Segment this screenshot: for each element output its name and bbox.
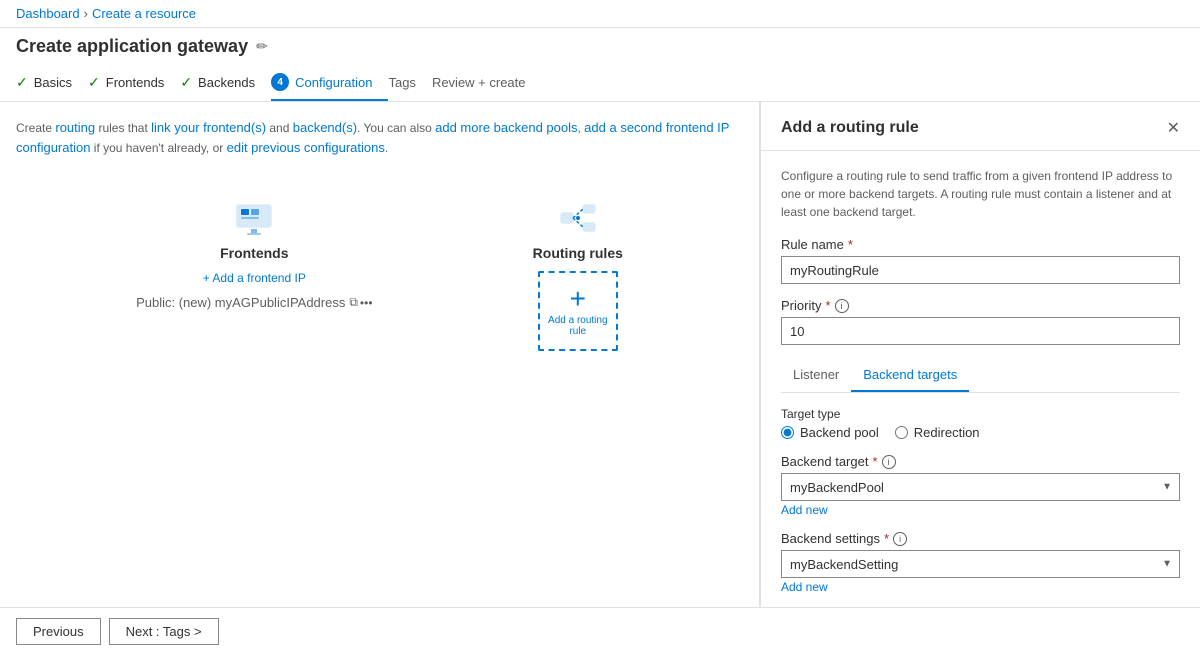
add-new-backend-link[interactable]: Add new xyxy=(781,503,1180,517)
step-backends-check-icon: ✓ xyxy=(180,74,192,91)
info-text: Create routing rules that link your fron… xyxy=(16,118,743,157)
page-footer: Previous Next : Tags > xyxy=(0,607,1200,655)
add-frontend-link[interactable]: + Add a frontend IP xyxy=(203,271,306,285)
frontends-icon-box: Frontends xyxy=(220,197,288,261)
step-basics-label: Basics xyxy=(34,75,72,90)
copy-icon[interactable]: ⧉ xyxy=(349,295,358,310)
rule-name-label: Rule name * xyxy=(781,237,1180,252)
link-frontends[interactable]: link your frontend(s) xyxy=(151,120,266,135)
priority-label: Priority * i xyxy=(781,298,1180,313)
step-review-label: Review + create xyxy=(432,75,526,90)
page-title: Create application gateway xyxy=(16,36,248,57)
breadcrumb-create-resource[interactable]: Create a resource xyxy=(92,6,196,21)
step-basics-check-icon: ✓ xyxy=(16,74,28,91)
modal-description: Configure a routing rule to send traffic… xyxy=(781,167,1180,221)
wizard-steps: ✓ Basics ✓ Frontends ✓ Backends 4 Config… xyxy=(16,65,1184,101)
step-configuration-number-icon: 4 xyxy=(271,73,289,91)
routing-icon-box: Routing rules xyxy=(533,197,623,261)
rule-name-input[interactable] xyxy=(781,256,1180,284)
target-type-label: Target type xyxy=(781,407,1180,421)
page-header: Create application gateway ✏ ✓ Basics ✓ … xyxy=(0,28,1200,102)
main-content: Create routing rules that link your fron… xyxy=(0,102,1200,607)
link-edit-prev[interactable]: edit previous configurations xyxy=(227,140,385,155)
step-frontends-label: Frontends xyxy=(106,75,165,90)
edit-icon[interactable]: ✏ xyxy=(256,38,268,55)
add-routing-rule-box[interactable]: + Add a routing rule xyxy=(538,271,618,351)
left-panel: Create routing rules that link your fron… xyxy=(0,102,760,607)
tab-backend-targets[interactable]: Backend targets xyxy=(851,359,969,392)
radio-backend-pool-label: Backend pool xyxy=(800,425,879,440)
more-icon[interactable]: ••• xyxy=(360,296,373,310)
backend-settings-select-wrapper: myBackendSetting ▼ xyxy=(781,550,1180,578)
backend-settings-info-icon[interactable]: i xyxy=(893,532,907,546)
breadcrumb: Dashboard › Create a resource xyxy=(0,0,1200,28)
backend-target-info-icon[interactable]: i xyxy=(882,455,896,469)
radio-backend-pool[interactable]: Backend pool xyxy=(781,425,879,440)
step-basics[interactable]: ✓ Basics xyxy=(16,65,88,101)
frontends-label: Frontends xyxy=(220,245,288,261)
radio-redirection[interactable]: Redirection xyxy=(895,425,980,440)
routing-column: Routing rules + Add a routing rule xyxy=(533,197,623,351)
backend-target-select[interactable]: myBackendPool xyxy=(781,473,1180,501)
priority-input[interactable] xyxy=(781,317,1180,345)
modal-tabs: Listener Backend targets xyxy=(781,359,1180,393)
link-backends[interactable]: backend(s) xyxy=(293,120,357,135)
diagram-area: Frontends + Add a frontend IP Public: (n… xyxy=(16,177,743,371)
step-configuration[interactable]: 4 Configuration xyxy=(271,65,388,101)
radio-redirection-input[interactable] xyxy=(895,426,908,439)
priority-group: Priority * i xyxy=(781,298,1180,345)
frontend-item-icons: ⧉ ••• xyxy=(349,295,372,310)
step-tags-label: Tags xyxy=(388,75,415,90)
target-type-group: Target type Backend pool Redirection xyxy=(781,407,1180,440)
rule-name-group: Rule name * xyxy=(781,237,1180,284)
frontend-item: Public: (new) myAGPublicIPAddress ⧉ ••• xyxy=(136,295,372,310)
frontends-icon xyxy=(233,197,275,239)
add-new-settings-link[interactable]: Add new xyxy=(781,580,1180,594)
add-routing-label: Add a routing rule xyxy=(540,315,616,337)
backend-target-group: Backend target * i myBackendPool ▼ Add n… xyxy=(781,454,1180,517)
step-backends-label: Backends xyxy=(198,75,255,90)
breadcrumb-sep-1: › xyxy=(84,6,88,21)
priority-required: * xyxy=(825,298,830,313)
modal-title: Add a routing rule xyxy=(781,119,919,137)
priority-info-icon[interactable]: i xyxy=(835,299,849,313)
next-button[interactable]: Next : Tags > xyxy=(109,618,219,645)
backend-target-required: * xyxy=(872,454,877,469)
backend-target-select-wrapper: myBackendPool ▼ xyxy=(781,473,1180,501)
backend-settings-group: Backend settings * i myBackendSetting ▼ … xyxy=(781,531,1180,594)
modal-header: Add a routing rule ✕ xyxy=(761,102,1200,151)
tab-listener[interactable]: Listener xyxy=(781,359,851,392)
step-configuration-label: Configuration xyxy=(295,75,372,90)
routing-link[interactable]: routing xyxy=(55,120,95,135)
routing-label: Routing rules xyxy=(533,245,623,261)
routing-icon xyxy=(557,197,599,239)
radio-redirection-label: Redirection xyxy=(914,425,980,440)
step-tags[interactable]: Tags xyxy=(388,65,431,101)
rule-name-required: * xyxy=(848,237,853,252)
step-backends[interactable]: ✓ Backends xyxy=(180,65,271,101)
add-routing-plus-icon: + xyxy=(570,285,586,313)
breadcrumb-dashboard[interactable]: Dashboard xyxy=(16,6,80,21)
target-type-radio-group: Backend pool Redirection xyxy=(781,425,1180,440)
step-frontends[interactable]: ✓ Frontends xyxy=(88,65,180,101)
step-frontends-check-icon: ✓ xyxy=(88,74,100,91)
modal-close-button[interactable]: ✕ xyxy=(1167,118,1180,138)
modal-body: Configure a routing rule to send traffic… xyxy=(761,151,1200,607)
link-add-backend[interactable]: add more backend pools xyxy=(435,120,577,135)
frontends-column: Frontends + Add a frontend IP Public: (n… xyxy=(136,197,372,310)
backend-target-label: Backend target * i xyxy=(781,454,1180,469)
backend-settings-select[interactable]: myBackendSetting xyxy=(781,550,1180,578)
frontend-item-text: Public: (new) myAGPublicIPAddress xyxy=(136,295,345,310)
backend-settings-required: * xyxy=(884,531,889,546)
backend-settings-label: Backend settings * i xyxy=(781,531,1180,546)
radio-backend-pool-input[interactable] xyxy=(781,426,794,439)
previous-button[interactable]: Previous xyxy=(16,618,101,645)
step-review[interactable]: Review + create xyxy=(432,65,542,101)
right-panel: Add a routing rule ✕ Configure a routing… xyxy=(760,102,1200,607)
